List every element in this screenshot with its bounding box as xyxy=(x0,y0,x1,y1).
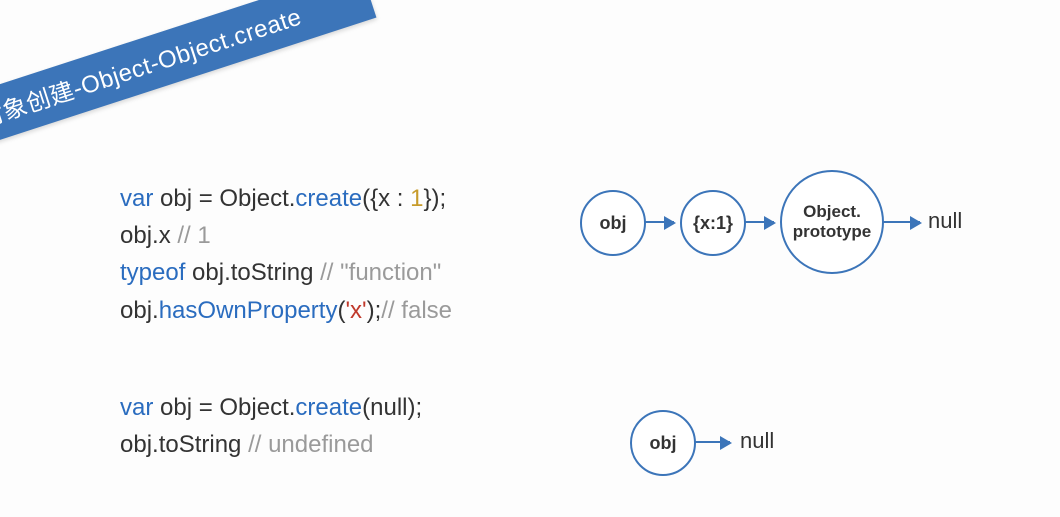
code-text: obj = Object. xyxy=(153,185,295,212)
code-block-1: var obj = Object.create({x : 1}); obj.x … xyxy=(120,180,452,329)
node-obj: obj xyxy=(630,410,696,476)
label-null: null xyxy=(740,428,774,454)
code-line-2: obj.x // 1 xyxy=(120,217,452,254)
prototype-chain-diagram-2: obj null xyxy=(630,400,930,490)
keyword-typeof: typeof xyxy=(120,259,185,286)
code-block-2: var obj = Object.create(null); obj.toStr… xyxy=(120,389,452,463)
code-content: var obj = Object.create({x : 1}); obj.x … xyxy=(120,180,452,463)
arrow-icon xyxy=(744,221,774,223)
arrow-icon xyxy=(644,221,674,223)
code-line-1: var obj = Object.create({x : 1}); xyxy=(120,180,452,217)
method-create: create xyxy=(295,394,362,421)
code-line-6: obj.toString // undefined xyxy=(120,426,452,463)
keyword-var: var xyxy=(120,185,153,212)
string-literal: 'x' xyxy=(345,297,366,324)
number-literal: 1 xyxy=(410,185,423,212)
code-text: }); xyxy=(424,185,447,212)
arrow-icon xyxy=(882,221,920,223)
node-proto-literal: {x:1} xyxy=(680,190,746,256)
node-obj: obj xyxy=(580,190,646,256)
code-line-4: obj.hasOwnProperty('x');// false xyxy=(120,292,452,329)
arrow-icon xyxy=(694,441,730,443)
code-comment: // false xyxy=(381,297,452,324)
code-comment: // "function" xyxy=(320,259,441,286)
prototype-chain-diagram-1: obj {x:1} Object. prototype null xyxy=(580,170,1040,280)
code-text: obj. xyxy=(120,297,159,324)
code-text: (null); xyxy=(362,394,422,421)
code-line-5: var obj = Object.create(null); xyxy=(120,389,452,426)
method-hasownproperty: hasOwnProperty xyxy=(159,297,338,324)
code-text: obj.x xyxy=(120,222,177,249)
code-text: obj.toString xyxy=(120,431,248,458)
title-ribbon: 对象创建-Object-Object.create xyxy=(0,0,376,166)
keyword-var: var xyxy=(120,394,153,421)
label-null: null xyxy=(928,208,962,234)
code-text: obj = Object. xyxy=(153,394,295,421)
code-comment: // 1 xyxy=(177,222,210,249)
code-text: ); xyxy=(367,297,382,324)
title-ribbon-wrap: 对象创建-Object-Object.create xyxy=(0,0,400,180)
code-text: ({x : xyxy=(362,185,410,212)
code-line-3: typeof obj.toString // "function" xyxy=(120,254,452,291)
node-object-prototype: Object. prototype xyxy=(780,170,884,274)
code-comment: // undefined xyxy=(248,431,373,458)
method-create: create xyxy=(295,185,362,212)
code-text: obj.toString xyxy=(185,259,320,286)
